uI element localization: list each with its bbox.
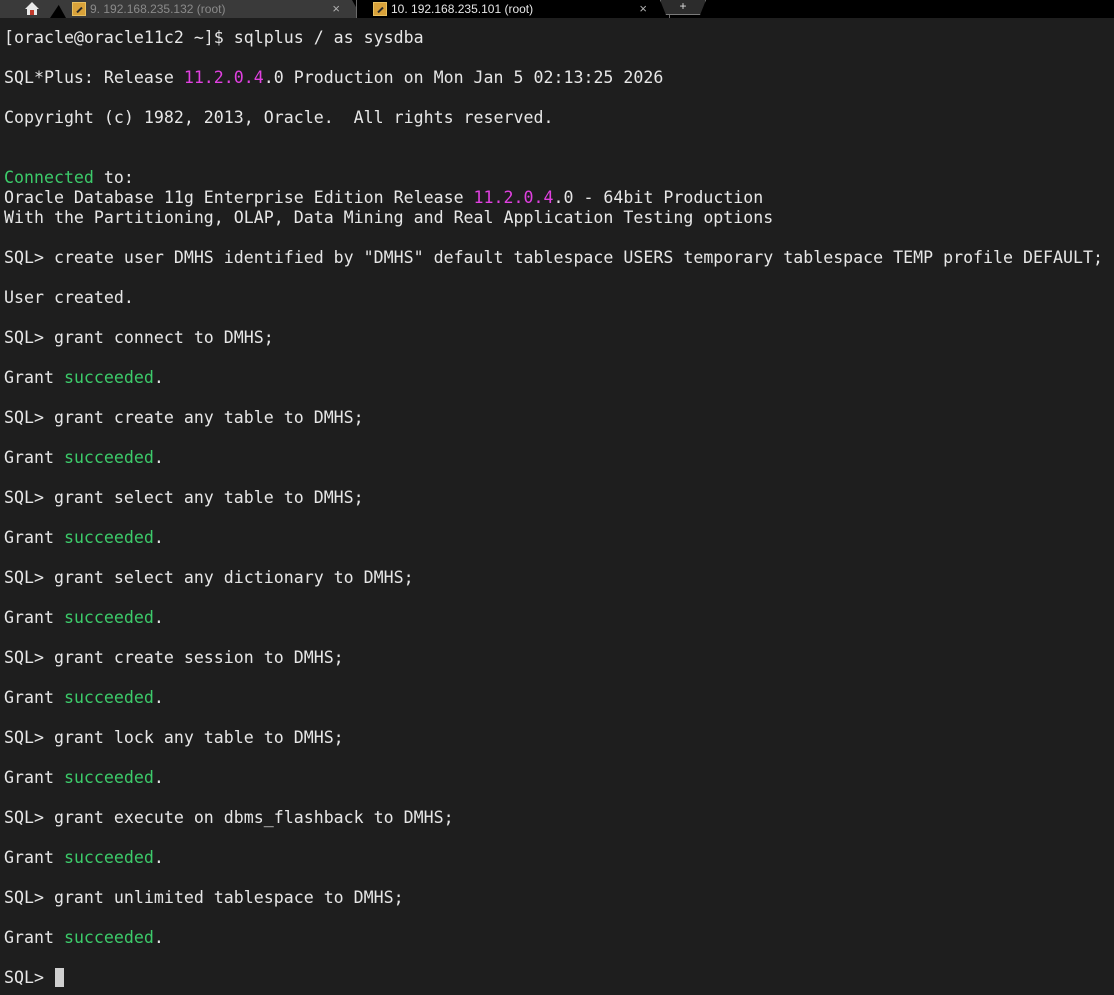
sql-command-line: SQL> grant unlimited tablespace to DMHS; <box>4 888 404 907</box>
sql-result-line: Grant succeeded. <box>4 688 164 707</box>
sql-command-line: SQL> grant lock any table to DMHS; <box>4 728 344 747</box>
sql-command-line: SQL> create user DMHS identified by "DMH… <box>4 248 1103 267</box>
new-tab-button[interactable]: + <box>660 0 706 15</box>
home-tab[interactable] <box>0 0 62 18</box>
sql-command-line: SQL> grant select any table to DMHS; <box>4 488 364 507</box>
terminal-session-icon <box>373 2 387 16</box>
tab-session-9[interactable]: 9. 192.168.235.132 (root) × <box>56 0 362 18</box>
sql-result-line: Grant succeeded. <box>4 848 164 867</box>
sql-command-line: SQL> grant execute on dbms_flashback to … <box>4 808 454 827</box>
home-icon <box>24 1 40 16</box>
tab-title: 9. 192.168.235.132 (root) <box>90 2 226 16</box>
tab-bar: 9. 192.168.235.132 (root) × 10. 192.168.… <box>0 0 1114 18</box>
sql-result-line: Grant succeeded. <box>4 528 164 547</box>
terminal-output[interactable]: [oracle@oracle11c2 ~]$ sqlplus / as sysd… <box>0 18 1114 995</box>
copyright-line: Copyright (c) 1982, 2013, Oracle. All ri… <box>4 108 554 127</box>
sql-result-line: Grant succeeded. <box>4 448 164 467</box>
sql-result-line: User created. <box>4 288 134 307</box>
sql-result-line: Grant succeeded. <box>4 368 164 387</box>
sql-command-line: SQL> grant connect to DMHS; <box>4 328 274 347</box>
shell-command-line: [oracle@oracle11c2 ~]$ sqlplus / as sysd… <box>4 28 424 47</box>
sql-command-line: SQL> grant create session to DMHS; <box>4 648 344 667</box>
sql-result-line: Grant succeeded. <box>4 768 164 787</box>
sql-prompt-line[interactable]: SQL> <box>4 968 64 988</box>
sql-result-line: Grant succeeded. <box>4 608 164 627</box>
tab-session-10[interactable]: 10. 192.168.235.101 (root) × <box>356 0 670 18</box>
sql-command-line: SQL> grant create any table to DMHS; <box>4 408 364 427</box>
database-version-line: Oracle Database 11g Enterprise Edition R… <box>4 188 764 207</box>
options-line: With the Partitioning, OLAP, Data Mining… <box>4 208 774 227</box>
plus-icon: + <box>679 0 687 13</box>
tab-title: 10. 192.168.235.101 (root) <box>391 2 534 16</box>
text-cursor <box>54 968 64 987</box>
close-icon[interactable]: × <box>639 0 647 18</box>
sql-command-line: SQL> grant select any dictionary to DMHS… <box>4 568 414 587</box>
connected-line: Connected to: <box>4 168 134 187</box>
sqlplus-banner: SQL*Plus: Release 11.2.0.4.0 Production … <box>4 68 664 87</box>
close-icon[interactable]: × <box>332 0 340 18</box>
sql-result-line: Grant succeeded. <box>4 928 164 947</box>
terminal-session-icon <box>72 2 86 16</box>
